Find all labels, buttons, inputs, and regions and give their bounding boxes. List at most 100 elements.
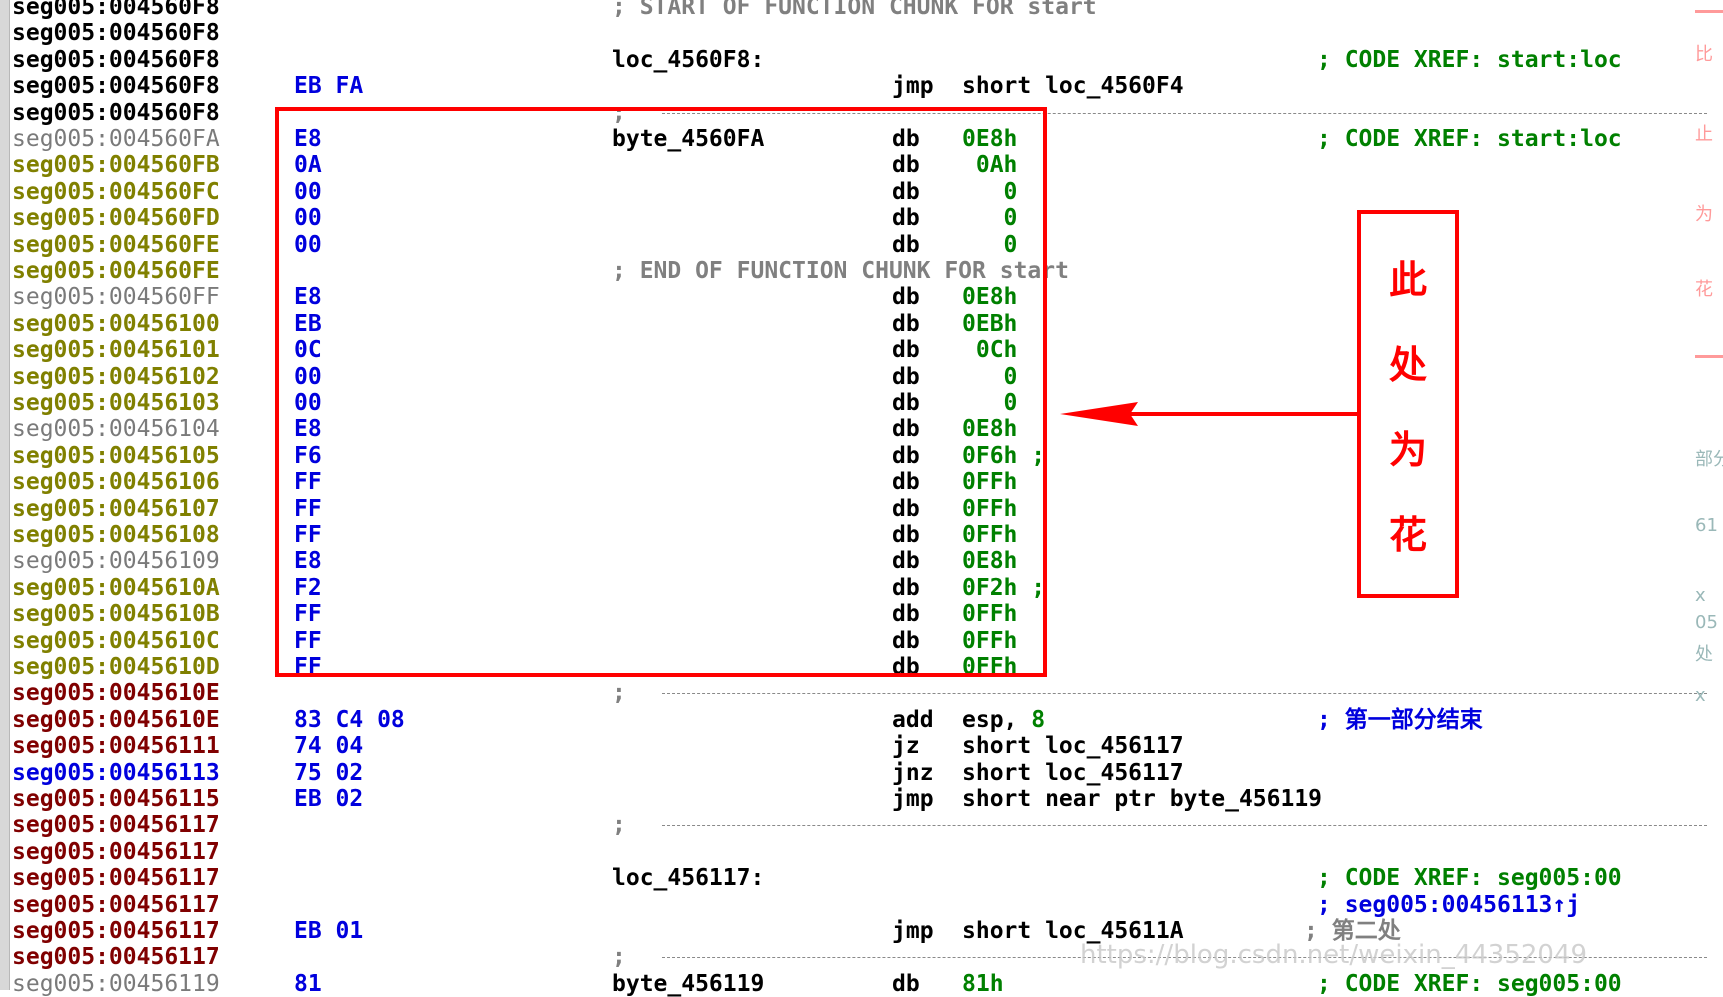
listing-line[interactable]: seg005:00456117 ; seg005:00456113↑j xyxy=(12,892,1692,918)
instruction-operand[interactable]: short loc_4560F4 xyxy=(962,73,1184,99)
address[interactable]: seg005:004560F8 xyxy=(12,0,220,20)
opcode-bytes: EB FA xyxy=(294,73,364,100)
address[interactable]: seg005:00456107 xyxy=(12,496,220,522)
listing-line[interactable]: seg005:00456117 xyxy=(12,839,1692,865)
code-label[interactable]: loc_4560F8: xyxy=(612,47,764,73)
chunk-comment: ; START OF FUNCTION CHUNK FOR start xyxy=(612,0,1097,20)
address[interactable]: seg005:00456104 xyxy=(12,416,220,442)
address[interactable]: seg005:0045610A xyxy=(12,575,220,601)
opcode-bytes: 74 04 xyxy=(294,733,364,760)
listing-line[interactable]: seg005:004560F8 EB FA jmp short loc_4560F4 xyxy=(12,73,1692,99)
address[interactable]: seg005:0045610D xyxy=(12,654,220,680)
address[interactable]: seg005:00456103 xyxy=(12,390,220,416)
instruction-operand[interactable]: esp, 8 xyxy=(962,707,1045,733)
clipped-text-fragment: 处 xyxy=(1695,644,1713,665)
address[interactable]: seg005:004560F8 xyxy=(12,100,220,126)
address[interactable]: seg005:00456109 xyxy=(12,548,220,574)
address[interactable]: seg005:0045610C xyxy=(12,628,220,654)
address[interactable]: seg005:004560FE xyxy=(12,258,220,284)
address[interactable]: seg005:00456100 xyxy=(12,311,220,337)
address[interactable]: seg005:004560FA xyxy=(12,126,220,152)
listing-line[interactable]: seg005:00456117 loc_456117: ; CODE XREF: s… xyxy=(12,865,1692,891)
address[interactable]: seg005:00456119 xyxy=(12,971,220,997)
instruction-operand[interactable]: short near ptr byte_456119 xyxy=(962,786,1322,812)
address[interactable]: seg005:00456106 xyxy=(12,469,220,495)
address[interactable]: seg005:00456115 xyxy=(12,786,220,812)
instruction-operand[interactable]: short loc_456117 xyxy=(962,733,1184,759)
address[interactable]: seg005:0045610E xyxy=(12,707,220,733)
clipped-text-fragment: 为 xyxy=(1695,204,1713,225)
xref-comment: ; CODE XREF: seg005:00 xyxy=(1317,970,1622,997)
watermark-url: https://blog.csdn.net/weixin_44352049 xyxy=(1080,940,1588,970)
address[interactable]: seg005:004560F8 xyxy=(12,73,220,99)
address[interactable]: seg005:00456117 xyxy=(12,892,220,918)
listing-line[interactable]: seg005:00456117; xyxy=(12,812,1707,839)
address[interactable]: seg005:0045610E xyxy=(12,680,220,706)
separator-semicolon: ; xyxy=(612,680,626,707)
address[interactable]: seg005:00456101 xyxy=(12,337,220,363)
clipped-text-fragment: 止 xyxy=(1695,124,1713,145)
annotation-char: 此 xyxy=(1388,258,1427,302)
address[interactable]: seg005:004560FB xyxy=(12,152,220,178)
separator-semicolon: ; xyxy=(612,944,626,971)
separator-line xyxy=(662,825,1707,827)
listing-line[interactable]: seg005:004560F8 ; START OF FUNCTION CHUNK… xyxy=(12,0,1692,20)
opcode-bytes: EB 01 xyxy=(294,918,364,944)
right-edge-clipped-panel: 比止为花部分 61 x 05 处 x xyxy=(1695,0,1723,990)
xref-comment: ; seg005:00456113↑j xyxy=(1317,891,1581,918)
listing-line[interactable]: seg005:00456111 74 04 jz short loc_456117 xyxy=(12,733,1692,759)
address[interactable]: seg005:004560FE xyxy=(12,232,220,258)
opcode-bytes: 81 xyxy=(294,970,322,997)
instruction-operand[interactable]: short loc_456117 xyxy=(962,760,1184,786)
annotation-char: 处 xyxy=(1388,343,1427,387)
xref-comment: ; CODE XREF: start:loc xyxy=(1317,46,1622,73)
address[interactable]: seg005:004560FD xyxy=(12,205,220,231)
listing-line[interactable]: seg005:00456113 75 02 jnz short loc_456117 xyxy=(12,760,1692,786)
address[interactable]: seg005:004560F8 xyxy=(12,20,220,46)
separator-line xyxy=(662,693,1707,695)
instruction-mnemonic: add xyxy=(892,706,934,733)
address[interactable]: seg005:00456105 xyxy=(12,443,220,469)
address[interactable]: seg005:00456117 xyxy=(12,839,220,865)
code-label[interactable]: byte_456119 xyxy=(612,971,764,997)
instruction-mnemonic: jmp xyxy=(892,786,934,812)
address[interactable]: seg005:00456113 xyxy=(12,760,220,786)
address[interactable]: seg005:00456102 xyxy=(12,364,220,390)
clipped-red-line xyxy=(1695,10,1723,13)
address[interactable]: seg005:004560FC xyxy=(12,179,220,205)
clipped-red-line xyxy=(1695,355,1723,358)
address[interactable]: seg005:004560F8 xyxy=(12,47,220,73)
address[interactable]: seg005:00456111 xyxy=(12,733,220,759)
separator-semicolon: ; xyxy=(612,812,626,839)
code-label[interactable]: loc_456117: xyxy=(612,865,764,891)
annotation-char: 花 xyxy=(1388,513,1427,557)
clipped-text-fragment: 05 xyxy=(1695,612,1718,633)
address[interactable]: seg005:00456108 xyxy=(12,522,220,548)
listing-line[interactable]: seg005:004560F8 loc_4560F8: ; CODE XREF: s… xyxy=(12,47,1692,73)
annotation-note-box: 此处为花 xyxy=(1357,210,1459,598)
xref-comment: ; 第一部分结束 xyxy=(1317,706,1483,733)
disassembly-view[interactable]: seg005:004560F8 ; START OF FUNCTION CHUNK… xyxy=(0,0,1723,997)
clipped-text-fragment: x xyxy=(1695,585,1706,606)
instruction-operand[interactable]: 81h xyxy=(962,971,1004,997)
opcode-bytes: EB 02 xyxy=(294,786,364,812)
arrow-left-icon xyxy=(1060,402,1360,426)
address[interactable]: seg005:00456117 xyxy=(12,944,220,970)
listing-line[interactable]: seg005:004560F8 xyxy=(12,20,1692,46)
clipped-text-fragment: x xyxy=(1695,685,1706,706)
listing-line[interactable]: seg005:00456119 81 byte_456119 db 81h ; CODE … xyxy=(12,971,1692,997)
address[interactable]: seg005:00456117 xyxy=(12,865,220,891)
instruction-mnemonic: jz xyxy=(892,733,920,760)
opcode-bytes: 75 02 xyxy=(294,759,364,786)
listing-line[interactable]: seg005:0045610E 83 C4 08 add esp, 8 ; 第一部分结束 xyxy=(12,707,1692,733)
listing-line[interactable]: seg005:0045610E; xyxy=(12,680,1707,707)
clipped-text-fragment: 花 xyxy=(1695,279,1713,300)
listing-line[interactable]: seg005:00456115 EB 02 jmp short near ptr by… xyxy=(12,786,1692,812)
annotation-char: 为 xyxy=(1388,428,1427,472)
opcode-bytes: 83 C4 08 xyxy=(294,706,405,733)
address[interactable]: seg005:00456117 xyxy=(12,812,220,838)
address[interactable]: seg005:0045610B xyxy=(12,601,220,627)
address[interactable]: seg005:00456117 xyxy=(12,918,220,944)
address[interactable]: seg005:004560FF xyxy=(12,284,220,310)
instruction-mnemonic: db xyxy=(892,970,920,997)
